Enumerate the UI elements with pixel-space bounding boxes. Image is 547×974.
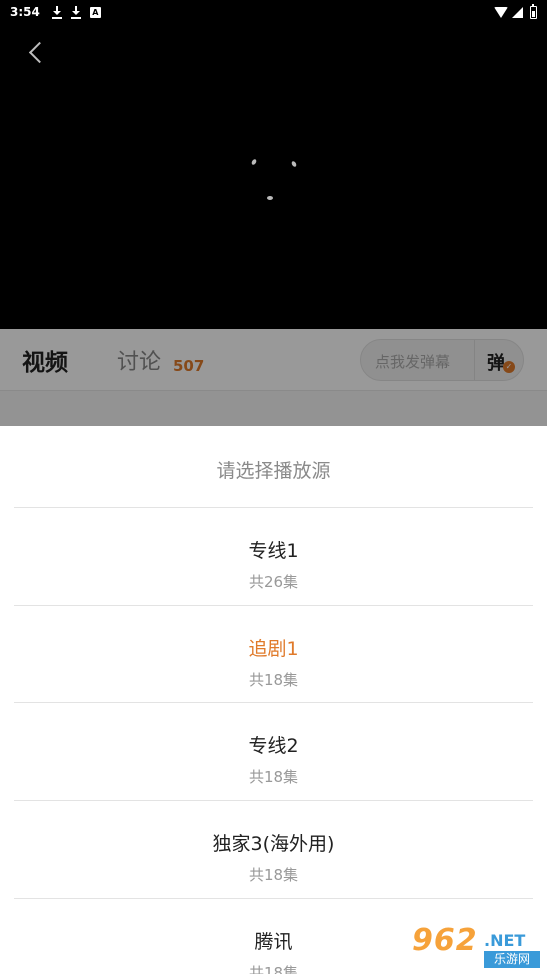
status-bar: 3:54 A bbox=[0, 0, 547, 24]
status-notification-icons: A bbox=[51, 5, 101, 19]
source-episode-count: 共18集 bbox=[248, 768, 299, 786]
source-name: 独家3(海外用) bbox=[212, 833, 335, 855]
source-episode-count: 共18集 bbox=[248, 671, 299, 689]
download-icon bbox=[51, 5, 62, 19]
watermark-number: 962 bbox=[412, 923, 478, 958]
source-episode-count: 共26集 bbox=[248, 573, 299, 591]
source-name: 专线1 bbox=[248, 540, 299, 562]
a-icon: A bbox=[89, 6, 101, 18]
dim-overlay[interactable] bbox=[0, 329, 547, 426]
status-system-icons bbox=[494, 3, 537, 19]
back-button[interactable] bbox=[22, 38, 50, 66]
source-item[interactable]: 专线2 共18集 bbox=[0, 703, 547, 800]
watermark-subtitle: 乐游网 bbox=[484, 951, 540, 968]
status-time: 3:54 bbox=[10, 5, 40, 19]
download-icon bbox=[70, 5, 81, 19]
video-player[interactable] bbox=[0, 24, 547, 329]
source-episode-count: 共18集 bbox=[248, 866, 299, 884]
source-name: 追剧1 bbox=[248, 638, 299, 660]
source-name: 专线2 bbox=[248, 735, 299, 757]
wifi-icon bbox=[494, 6, 508, 18]
battery-icon bbox=[530, 3, 537, 19]
source-item[interactable]: 专线1 共26集 bbox=[0, 508, 547, 605]
signal-icon bbox=[512, 6, 523, 18]
source-item[interactable]: 独家3(海外用) 共18集 bbox=[0, 801, 547, 898]
sheet-title: 请选择播放源 bbox=[216, 460, 331, 482]
source-picker-sheet: 请选择播放源 专线1 共26集 追剧1 共18集 专线2 共18集 独家3(海外… bbox=[0, 426, 547, 974]
watermark-domain: .NET bbox=[484, 931, 526, 950]
loading-spinner-icon bbox=[248, 156, 300, 204]
source-item-selected[interactable]: 追剧1 共18集 bbox=[0, 606, 547, 703]
watermark-logo: 962 .NET 乐游网 bbox=[408, 921, 540, 969]
